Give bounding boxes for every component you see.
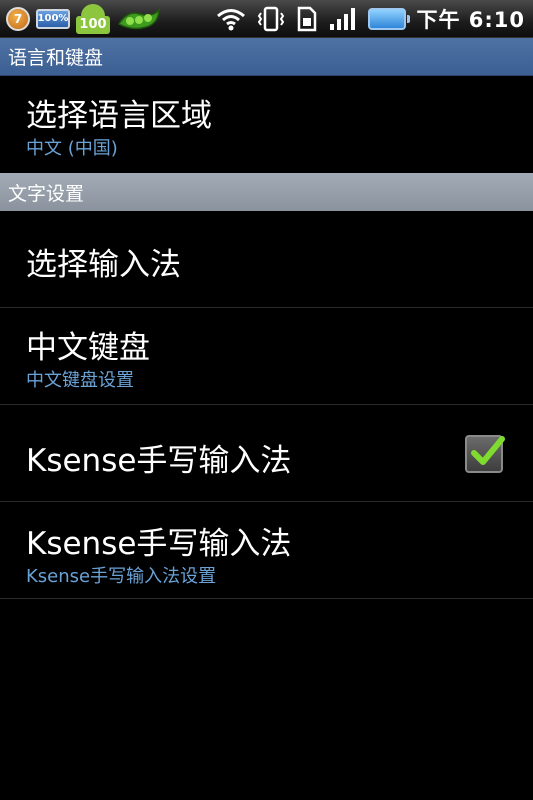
check-icon xyxy=(471,436,505,465)
item-title: 选择输入法 xyxy=(26,247,181,283)
section-header-label: 文字设置 xyxy=(8,182,85,205)
item-title: Ksense手写输入法 xyxy=(26,526,292,562)
item-title: Ksense手写输入法 xyxy=(26,443,292,479)
android-number: 100 xyxy=(76,15,110,34)
android-icon: 100 xyxy=(76,2,110,36)
item-subtitle: Ksense手写输入法设置 xyxy=(26,566,217,587)
ksense-checkbox[interactable] xyxy=(465,435,505,473)
battery-icon xyxy=(368,7,411,30)
section-header-text-settings: 文字设置 xyxy=(0,173,533,211)
notification-icons: 7 100% 100 xyxy=(6,0,162,37)
list-item-select-locale[interactable]: 选择语言区域 中文 (中国) xyxy=(0,76,533,173)
battery-small-icon: 100% xyxy=(36,8,70,29)
settings-screen: 7 100% 100 下午 6:10 语言和键盘 选择语言区域 中文 (中国) … xyxy=(0,0,533,800)
item-subtitle: 中文键盘设置 xyxy=(26,370,134,391)
item-title: 选择语言区域 xyxy=(26,98,212,134)
vibrate-icon xyxy=(258,6,285,31)
signal-icon xyxy=(330,7,356,30)
status-bar: 7 100% 100 下午 6:10 xyxy=(0,0,533,38)
list-item-ksense-settings[interactable]: Ksense手写输入法 Ksense手写输入法设置 xyxy=(0,502,533,599)
sim-icon xyxy=(298,6,317,31)
wifi-icon xyxy=(217,8,246,30)
section-header-language-keyboard: 语言和键盘 xyxy=(0,38,533,76)
system-icons: 下午 6:10 xyxy=(216,0,525,37)
badge-icon: 7 xyxy=(6,6,30,31)
item-title: 中文键盘 xyxy=(26,330,150,366)
list-item-chinese-keyboard[interactable]: 中文键盘 中文键盘设置 xyxy=(0,308,533,405)
item-subtitle: 中文 (中国) xyxy=(26,138,118,159)
clock: 下午 6:10 xyxy=(416,7,525,32)
android-head xyxy=(81,3,105,16)
list-item-select-input-method[interactable]: 选择输入法 xyxy=(0,211,533,308)
peas-icon xyxy=(117,7,160,29)
section-header-label: 语言和键盘 xyxy=(8,47,104,69)
list-item-ksense-toggle[interactable]: Ksense手写输入法 xyxy=(0,405,533,502)
